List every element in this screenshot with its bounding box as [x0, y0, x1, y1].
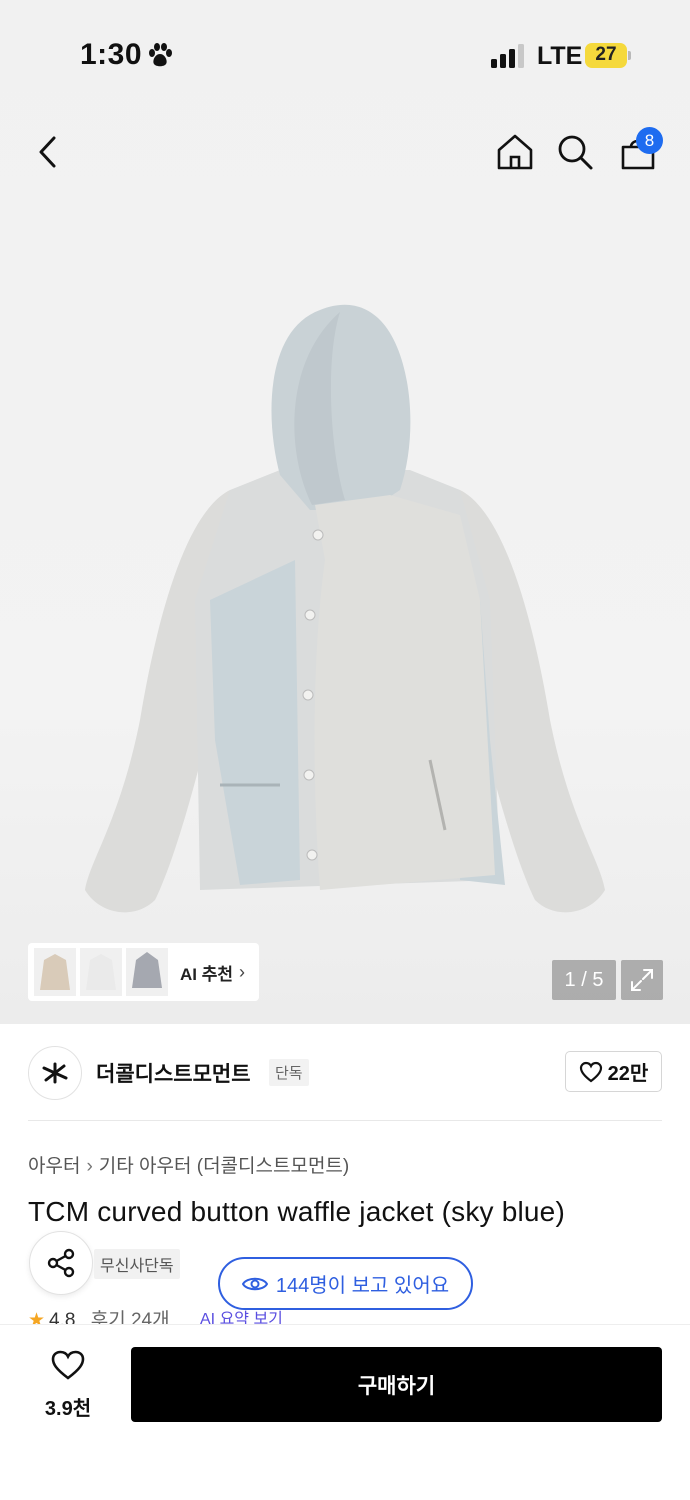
brand-like-count: 22만 — [607, 1063, 649, 1085]
star-icon: ★ — [28, 1310, 46, 1325]
battery-level: 27 — [595, 44, 617, 65]
chevron-right-icon: › — [239, 961, 246, 982]
home-icon — [497, 134, 533, 170]
top-nav — [0, 120, 690, 184]
ai-recommend-strip[interactable]: AI 추천 › — [28, 943, 259, 1001]
signal-icon — [491, 44, 524, 68]
status-bar: 1:30 LTE 27 — [0, 0, 690, 110]
network-label: LTE — [537, 42, 583, 70]
home-button[interactable] — [491, 128, 539, 176]
expand-image-button[interactable] — [621, 960, 663, 1000]
back-button[interactable] — [24, 128, 72, 176]
back-icon — [39, 136, 56, 168]
heart-icon — [51, 1350, 85, 1380]
ai-thumb — [126, 948, 168, 996]
divider — [28, 1120, 662, 1121]
wishlist-count: 3.9천 — [44, 1398, 92, 1420]
share-button[interactable] — [29, 1231, 93, 1295]
ai-recommend-label: AI 추천 — [180, 964, 234, 984]
breadcrumb-item[interactable]: 기타 아우터 (더콜디스트모먼트) — [99, 1156, 349, 1177]
brand-exclusive-tag: 단독 — [269, 1059, 309, 1086]
ai-summary-link[interactable]: AI 요약 보기 — [200, 1305, 283, 1325]
brand-logo[interactable] — [28, 1046, 82, 1100]
expand-icon — [631, 969, 653, 991]
viewers-pill: 144명이 보고 있어요 — [218, 1257, 473, 1310]
search-icon — [558, 135, 593, 170]
paw-icon — [149, 43, 172, 67]
battery-icon: 27 — [585, 43, 631, 68]
brand-logo-icon — [42, 1062, 68, 1084]
ai-summary-label: AI 요약 보기 — [200, 1311, 283, 1325]
status-time: 1:30 — [80, 38, 143, 71]
breadcrumb: 아우터 › 기타 아우터 (더콜디스트모먼트) — [28, 1151, 349, 1178]
ai-thumb — [80, 948, 122, 996]
share-icon — [47, 1248, 75, 1278]
brand-row: 더콜디스트모먼트 단독 22만 — [0, 1040, 690, 1120]
eye-icon — [241, 1277, 268, 1290]
musinsa-exclusive-badge: 무신사단독 — [94, 1249, 180, 1279]
bottom-action-bar: 3.9천 구매하기 — [0, 1324, 690, 1500]
viewers-text: 144명이 보고 있어요 — [275, 1275, 450, 1297]
image-page-counter: 1 / 5 — [552, 960, 616, 1000]
buy-button[interactable]: 구매하기 — [131, 1347, 662, 1422]
brand-name[interactable]: 더콜디스트모먼트 — [96, 1058, 251, 1088]
breadcrumb-item[interactable]: 아우터 — [28, 1156, 80, 1177]
rating-value: 4.8 — [49, 1310, 76, 1325]
wishlist-button[interactable]: 3.9천 — [26, 1349, 110, 1421]
brand-like-button[interactable]: 22만 — [565, 1051, 662, 1092]
cart-count-badge: 8 — [636, 127, 663, 154]
chevron-right-icon: › — [86, 1156, 93, 1177]
review-count[interactable]: 후기 24개 — [91, 1310, 170, 1325]
heart-icon — [579, 1061, 602, 1082]
product-hero: 1:30 LTE 27 8 AI 추천 › 1 / 5 — [0, 0, 690, 1024]
search-button[interactable] — [551, 128, 599, 176]
product-image[interactable] — [80, 300, 610, 920]
ai-thumb — [34, 948, 76, 996]
product-title: TCM curved button waffle jacket (sky blu… — [28, 1196, 565, 1227]
